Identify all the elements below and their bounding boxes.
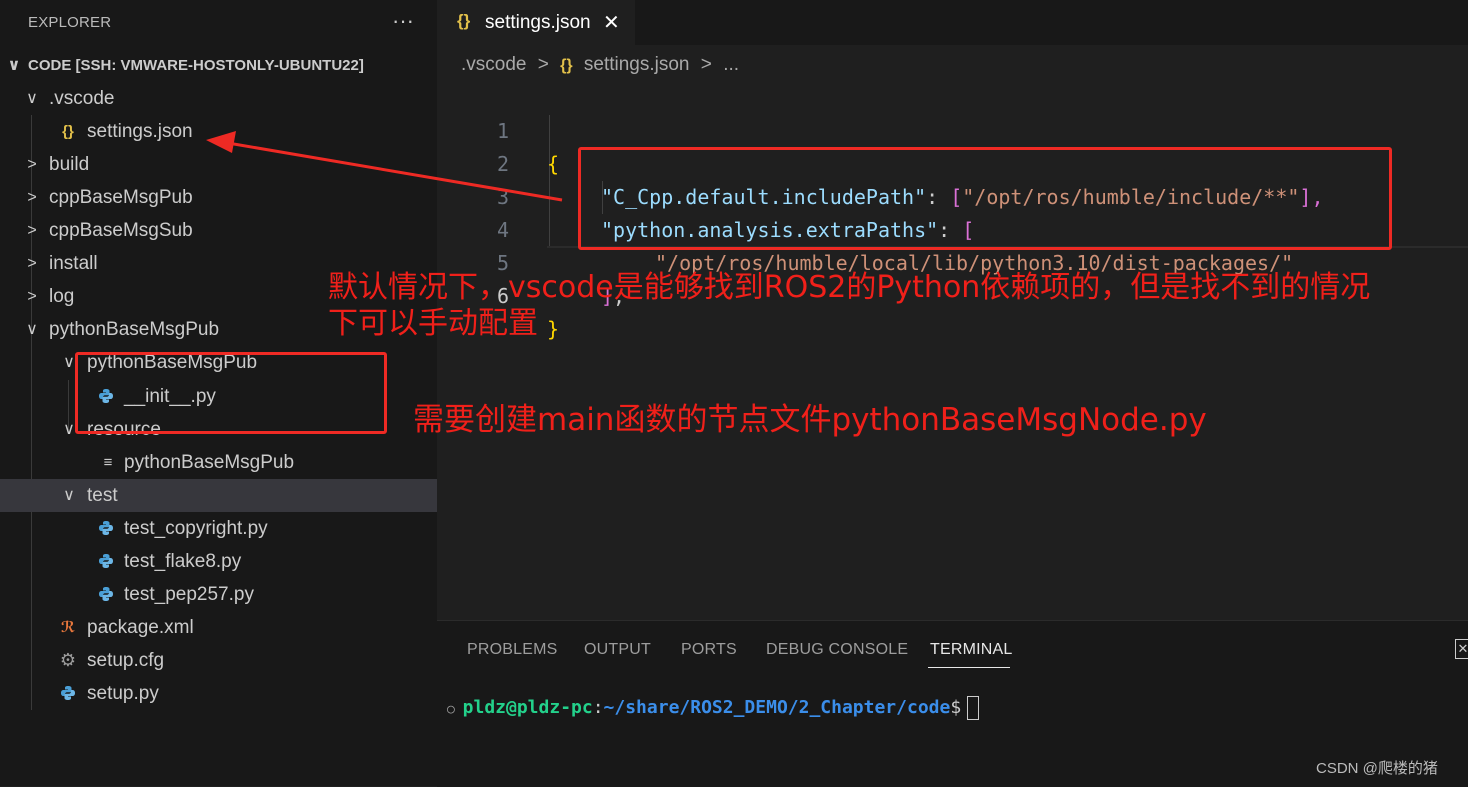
annotation-note-1: 默认情况下，vscode是能够找到ROS2的Python依赖项的，但是找不到的情… — [328, 270, 1370, 342]
annotation-note-2: 需要创建main函数的节点文件pythonBaseMsgNode.py — [413, 402, 1207, 438]
watermark: CSDN @爬楼的猪 — [1316, 760, 1438, 777]
annotation-arrow — [206, 131, 563, 202]
annotation-line: 默认情况下，vscode是能够找到ROS2的Python依赖项的，但是找不到的情… — [328, 270, 1371, 305]
annotation-line: 下可以手动配置 — [328, 306, 538, 341]
